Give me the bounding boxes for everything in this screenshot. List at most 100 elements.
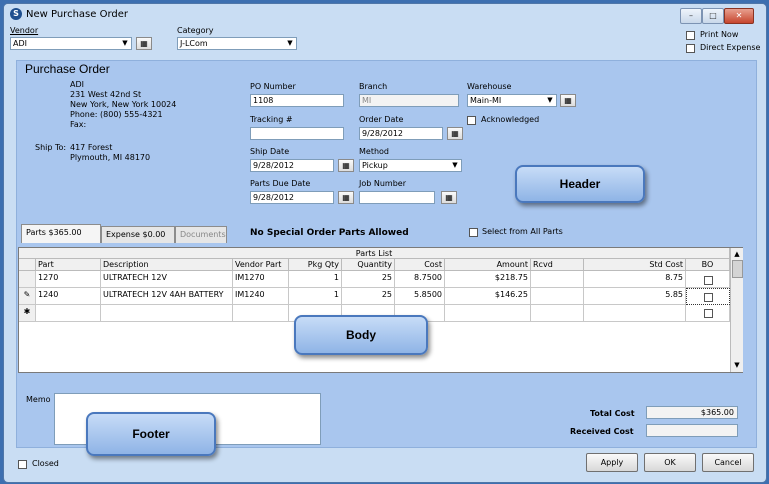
grid-scrollbar[interactable]: ▲ ▼ — [730, 248, 743, 372]
direct-expense-label: Direct Expense — [700, 43, 761, 52]
column-header-cost[interactable]: Cost — [395, 259, 445, 271]
select-all-parts-checkbox[interactable] — [469, 228, 478, 237]
parts-due-label: Parts Due Date — [250, 179, 311, 188]
po-number-field[interactable]: 1108 — [250, 94, 344, 107]
chevron-down-icon: ▼ — [547, 96, 553, 104]
grid-icon: ▦ — [445, 193, 453, 202]
row-selector-new[interactable]: ✱ — [19, 305, 36, 322]
cell-vendor-part[interactable]: IM1270 — [233, 271, 289, 288]
direct-expense-checkbox[interactable] — [686, 44, 695, 53]
cell-part[interactable]: 1240 — [36, 288, 101, 305]
column-header-description[interactable]: Description — [101, 259, 233, 271]
column-header-pkg-qty[interactable]: Pkg Qty — [289, 259, 342, 271]
vendor-value: ADI — [13, 39, 27, 48]
vendor-lookup-button[interactable]: ▦ — [136, 37, 152, 50]
grid-caption: Parts List — [19, 248, 730, 259]
cell-rcvd[interactable] — [531, 305, 584, 322]
cell-pkg-qty[interactable]: 1 — [289, 288, 342, 305]
column-header-rcvd[interactable]: Rcvd — [531, 259, 584, 271]
cell-rcvd[interactable] — [531, 271, 584, 288]
page-title: Purchase Order — [25, 62, 110, 76]
closed-checkbox[interactable] — [18, 460, 27, 469]
cell-amount[interactable]: $218.75 — [445, 271, 531, 288]
pencil-icon: ✎ — [23, 290, 31, 299]
calendar-icon: ▦ — [451, 129, 459, 138]
column-header-amount[interactable]: Amount — [445, 259, 531, 271]
cell-rcvd[interactable] — [531, 288, 584, 305]
vendor-label: Vendor — [10, 26, 39, 35]
cell-part[interactable]: 1270 — [36, 271, 101, 288]
tab-expense[interactable]: Expense $0.00 — [101, 226, 175, 243]
cancel-button[interactable]: Cancel — [702, 453, 754, 472]
parts-due-field[interactable]: 9/28/2012 — [250, 191, 334, 204]
order-date-field[interactable]: 9/28/2012 — [359, 127, 443, 140]
chevron-down-icon: ▼ — [452, 161, 458, 169]
apply-button[interactable]: Apply — [586, 453, 638, 472]
cell-description[interactable] — [101, 305, 233, 322]
vendor-name: ADI — [70, 80, 84, 89]
print-now-checkbox[interactable] — [686, 31, 695, 40]
bo-checkbox[interactable] — [704, 293, 713, 302]
select-all-parts-label: Select from All Parts — [482, 227, 563, 236]
scroll-thumb[interactable] — [732, 260, 743, 278]
cell-cost[interactable]: 8.7500 — [395, 271, 445, 288]
cell-amount[interactable] — [445, 305, 531, 322]
cell-amount[interactable]: $146.25 — [445, 288, 531, 305]
cell-std-cost[interactable] — [584, 305, 686, 322]
job-lookup-button[interactable]: ▦ — [441, 191, 457, 204]
cell-std-cost[interactable]: 8.75 — [584, 271, 686, 288]
order-date-calendar-button[interactable]: ▦ — [447, 127, 463, 140]
cell-part[interactable] — [36, 305, 101, 322]
tab-parts[interactable]: Parts $365.00 — [21, 224, 101, 243]
ship-date-calendar-button[interactable]: ▦ — [338, 159, 354, 172]
row-selector[interactable]: ✎ — [19, 288, 36, 305]
cell-bo[interactable] — [686, 271, 730, 288]
warehouse-select[interactable]: Main-MI ▼ — [467, 94, 557, 107]
ship-date-field[interactable]: 9/28/2012 — [250, 159, 334, 172]
column-header-std-cost[interactable]: Std Cost — [584, 259, 686, 271]
ship-to-line2: Plymouth, MI 48170 — [70, 153, 151, 162]
received-cost-label: Received Cost — [570, 427, 634, 436]
column-header-bo[interactable]: BO — [686, 259, 730, 271]
cell-pkg-qty[interactable]: 1 — [289, 271, 342, 288]
cell-bo[interactable] — [686, 305, 730, 322]
bo-checkbox[interactable] — [704, 309, 713, 318]
cell-quantity[interactable]: 25 — [342, 271, 395, 288]
app-icon: S — [10, 8, 22, 20]
vendor-address-line1: 231 West 42nd St — [70, 90, 142, 99]
vendor-select[interactable]: ADI ▼ — [10, 37, 132, 50]
cell-vendor-part[interactable]: IM1240 — [233, 288, 289, 305]
category-select[interactable]: J-LCom ▼ — [177, 37, 297, 50]
cell-vendor-part[interactable] — [233, 305, 289, 322]
job-number-field[interactable] — [359, 191, 435, 204]
cell-std-cost[interactable]: 5.85 — [584, 288, 686, 305]
chevron-down-icon: ▼ — [287, 39, 293, 47]
scroll-up-icon[interactable]: ▲ — [732, 249, 742, 259]
cell-description[interactable]: ULTRATECH 12V 4AH BATTERY — [101, 288, 233, 305]
cell-bo[interactable] — [686, 288, 730, 305]
minimize-button[interactable]: – — [680, 8, 702, 24]
window-title: New Purchase Order — [26, 9, 128, 20]
method-label: Method — [359, 147, 390, 156]
scroll-down-icon[interactable]: ▼ — [732, 360, 742, 370]
column-header-quantity[interactable]: Quantity — [342, 259, 395, 271]
tab-documents[interactable]: Documents — [175, 226, 227, 243]
method-select[interactable]: Pickup ▼ — [359, 159, 462, 172]
branch-select[interactable]: MI — [359, 94, 459, 107]
tracking-field[interactable] — [250, 127, 344, 140]
cell-cost[interactable]: 5.8500 — [395, 288, 445, 305]
ok-button[interactable]: OK — [644, 453, 696, 472]
row-selector[interactable] — [19, 271, 36, 288]
column-header-vendor-part[interactable]: Vendor Part — [233, 259, 289, 271]
column-header-part[interactable]: Part — [36, 259, 101, 271]
bo-checkbox[interactable] — [704, 276, 713, 285]
close-button[interactable]: ✕ — [724, 8, 754, 24]
warehouse-lookup-button[interactable]: ▦ — [560, 94, 576, 107]
po-number-label: PO Number — [250, 82, 296, 91]
vendor-phone: Phone: (800) 555-4321 — [70, 110, 163, 119]
acknowledged-checkbox[interactable] — [467, 116, 476, 125]
parts-due-calendar-button[interactable]: ▦ — [338, 191, 354, 204]
cell-description[interactable]: ULTRATECH 12V — [101, 271, 233, 288]
maximize-button[interactable]: □ — [702, 8, 724, 24]
cell-quantity[interactable]: 25 — [342, 288, 395, 305]
